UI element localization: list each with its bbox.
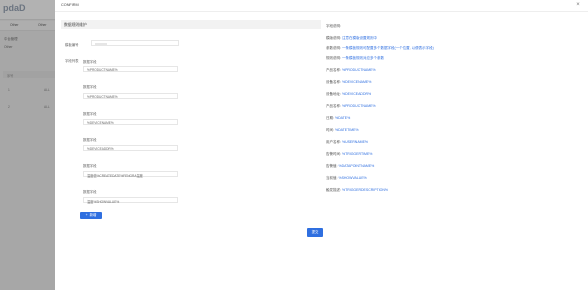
field-label: 数据字段 bbox=[83, 164, 97, 168]
field-label: 数据字段 bbox=[83, 190, 97, 194]
help-key: 产品名称: bbox=[326, 104, 342, 108]
help-line: 产品名称: %PRODUCTNAME% bbox=[326, 68, 376, 73]
help-line: 设备名称: %DEVICENAME% bbox=[326, 80, 371, 85]
field-value-text: 温度值%CREATEDATE%FENGRA温度 bbox=[87, 174, 143, 178]
field-value-input[interactable]: 温度%SHOWVALUE% bbox=[83, 197, 178, 204]
field-label: 数据字段 bbox=[83, 112, 97, 116]
help-line: 产品名称: %PRODUCTNAME% bbox=[326, 104, 376, 109]
field-value-input[interactable]: %PRODUCTNAME% bbox=[83, 66, 178, 72]
help-key: 产品名称: bbox=[326, 68, 342, 72]
help-value: %DEVICENAME% bbox=[341, 80, 372, 84]
add-field-button[interactable]: + 新增 bbox=[80, 212, 102, 219]
config-dialog: CONFIRM × 数据规则维护 模板编号 字段列表 数据字段 %PRODUCT… bbox=[55, 0, 588, 290]
help-value: %DATETIME% bbox=[334, 128, 359, 132]
field-value-input[interactable]: %DEVICENAME% bbox=[83, 119, 178, 125]
field-value-text: %PRODUCTNAME% bbox=[87, 95, 118, 99]
field-label: 数据字段 bbox=[83, 138, 97, 142]
help-line: 当前值: %SHOWVALUE% bbox=[326, 176, 367, 181]
submit-button[interactable]: 提交 bbox=[307, 228, 323, 237]
field-value-text: %PRODUCTNAME% bbox=[87, 68, 118, 72]
field-value-input[interactable]: %DEVICEADDR% bbox=[83, 145, 178, 151]
submit-label: 提交 bbox=[311, 230, 319, 234]
rule-form: 数据规则维护 模板编号 字段列表 数据字段 %PRODUCTNAME% 数据字段… bbox=[61, 20, 323, 240]
template-id-field[interactable] bbox=[91, 40, 179, 46]
help-line: 规则说明: 一条模板规则对应多个参数 bbox=[326, 56, 384, 61]
add-field-label: 新增 bbox=[89, 213, 97, 217]
masked-value bbox=[95, 42, 107, 46]
help-line: 告警值: %DATAPOINTNAME% bbox=[326, 164, 374, 169]
fields-label: 字段列表 bbox=[65, 59, 79, 63]
help-key: 告警时间: bbox=[326, 152, 342, 156]
help-value: %DATE% bbox=[334, 116, 351, 120]
help-line: 时间: %DATETIME% bbox=[326, 128, 359, 133]
help-value: %TRIGGERTIME% bbox=[341, 152, 373, 156]
field-value-text: %DEVICENAME% bbox=[87, 121, 114, 125]
form-header: 数据规则维护 bbox=[61, 20, 321, 29]
help-value: 一条模板规则对应多个参数 bbox=[341, 56, 384, 60]
field-label: 数据字段 bbox=[83, 85, 97, 89]
field-label: 数据字段 bbox=[83, 60, 97, 64]
help-value: 注意在模版设置规则中 bbox=[341, 36, 377, 40]
help-key: 设备地址: bbox=[326, 92, 342, 96]
help-value: %TRIGGERDESCRIPTION% bbox=[341, 188, 389, 192]
help-key: 模版说明: bbox=[326, 36, 342, 40]
form-title: 数据规则维护 bbox=[64, 22, 87, 27]
dialog-title: CONFIRM bbox=[61, 3, 79, 7]
help-key: 触发描述: bbox=[326, 188, 342, 192]
help-value: %PRODUCTNAME% bbox=[341, 104, 376, 108]
help-key: 用户名称: bbox=[326, 140, 342, 144]
help-key: 参数说明: bbox=[326, 46, 342, 50]
close-icon[interactable]: × bbox=[574, 1, 582, 9]
plus-icon: + bbox=[85, 213, 88, 217]
template-id-label: 模板编号 bbox=[65, 43, 79, 47]
help-value: %USERNAME% bbox=[341, 140, 369, 144]
help-value: %DEVICEADDR% bbox=[341, 92, 372, 96]
help-value: 一条模板规则可配置多个数据字段(一个位置, 以便表示字段) bbox=[341, 46, 434, 50]
help-line: 模版说明: 注意在模版设置规则中 bbox=[326, 36, 377, 41]
help-value: %DATAPOINTNAME% bbox=[338, 164, 375, 168]
field-value-input[interactable]: 温度值%CREATEDATE%FENGRA温度 bbox=[83, 171, 178, 178]
help-title: 字段说明: bbox=[326, 24, 341, 28]
help-key: 时间: bbox=[326, 128, 335, 132]
dialog-title-bar: CONFIRM × bbox=[55, 0, 588, 12]
help-line: 触发描述: %TRIGGERDESCRIPTION% bbox=[326, 188, 388, 193]
help-key: 日期: bbox=[326, 116, 335, 120]
help-line: 用户名称: %USERNAME% bbox=[326, 140, 368, 145]
field-value-input[interactable]: %PRODUCTNAME% bbox=[83, 93, 178, 99]
field-value-text: 温度%SHOWVALUE% bbox=[87, 200, 120, 204]
help-key: 设备名称: bbox=[326, 80, 342, 84]
help-key: 当前值: bbox=[326, 176, 339, 180]
help-line: 设备地址: %DEVICEADDR% bbox=[326, 92, 371, 97]
help-line: 告警时间: %TRIGGERTIME% bbox=[326, 152, 372, 157]
help-key: 告警值: bbox=[326, 164, 339, 168]
field-value-text: %DEVICEADDR% bbox=[87, 147, 114, 151]
help-value: %PRODUCTNAME% bbox=[341, 68, 376, 72]
help-value: %SHOWVALUE% bbox=[338, 176, 367, 180]
help-line: 日期: %DATE% bbox=[326, 116, 350, 121]
help-key: 规则说明: bbox=[326, 56, 342, 60]
help-line: 参数说明: 一条模板规则可配置多个数据字段(一个位置, 以便表示字段) bbox=[326, 46, 434, 51]
